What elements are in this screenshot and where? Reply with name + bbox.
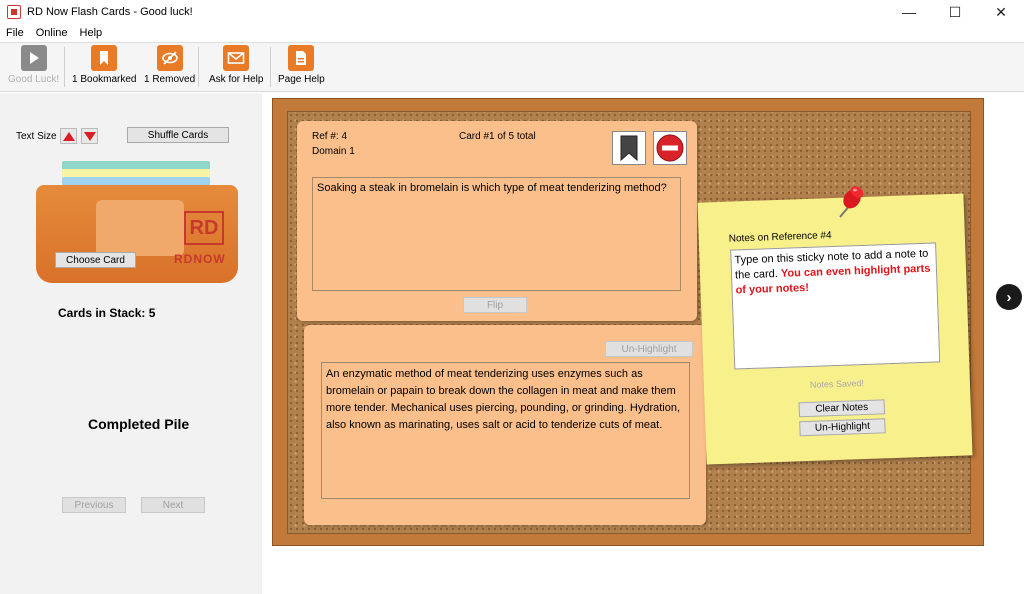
toolbar-separator bbox=[270, 47, 271, 87]
remove-card-button[interactable] bbox=[653, 131, 687, 165]
domain-label: Domain 1 bbox=[312, 146, 355, 157]
ask-for-help-button[interactable]: Ask for Help bbox=[209, 45, 263, 85]
choose-card-button[interactable]: Choose Card bbox=[55, 252, 136, 268]
sticky-unhighlight-button[interactable]: Un-Highlight bbox=[799, 418, 886, 437]
rdnow-logo-text: RDNOW bbox=[174, 252, 226, 266]
remove-icon bbox=[656, 134, 684, 162]
title-bar: RD Now Flash Cards - Good luck! — ☐ ✕ bbox=[0, 0, 1024, 24]
window-controls: — ☐ ✕ bbox=[886, 0, 1024, 24]
toolbar: Good Luck! 1 Bookmarked 1 Removed Ask fo… bbox=[0, 42, 1024, 92]
text-size-up-button[interactable] bbox=[60, 128, 77, 144]
cards-in-stack: Cards in Stack: 5 bbox=[58, 306, 155, 320]
sticky-note-editor[interactable]: Type on this sticky note to add a note t… bbox=[730, 242, 941, 370]
card-count: Card #1 of 5 total bbox=[459, 131, 536, 142]
push-pin-icon bbox=[839, 186, 864, 218]
rd-logo-icon: RD bbox=[184, 211, 224, 245]
toolbar-separator bbox=[64, 47, 65, 87]
answer-card: Un-Highlight An enzymatic method of meat… bbox=[304, 325, 706, 525]
next-button[interactable]: Next bbox=[141, 497, 205, 513]
maximize-button[interactable]: ☐ bbox=[932, 0, 978, 24]
left-panel: Text Size Shuffle Cards RD RDNOW Choose … bbox=[0, 93, 262, 594]
minimize-button[interactable]: — bbox=[886, 0, 932, 24]
cards-in-stack-value: 5 bbox=[148, 306, 156, 320]
completed-pile-label: Completed Pile bbox=[88, 416, 190, 432]
question-card: Ref #: 4 Domain 1 Card #1 of 5 total Soa… bbox=[297, 121, 697, 321]
menu-bar: File Online Help bbox=[0, 24, 1024, 42]
bookmark-card-button[interactable] bbox=[612, 131, 646, 165]
flip-button[interactable]: Flip bbox=[463, 297, 527, 313]
window-title: RD Now Flash Cards - Good luck! bbox=[27, 6, 193, 18]
answer-text-box[interactable]: An enzymatic method of meat tenderizing … bbox=[321, 362, 690, 499]
play-icon bbox=[20, 45, 47, 71]
page-help-button[interactable]: Page Help bbox=[278, 45, 325, 85]
toolbar-separator bbox=[198, 47, 199, 87]
sticky-title: Notes on Reference #4 bbox=[728, 230, 832, 245]
ref-number: Ref #: 4 bbox=[312, 131, 348, 142]
text-size-label: Text Size bbox=[16, 131, 57, 142]
menu-online[interactable]: Online bbox=[36, 27, 68, 39]
arrow-down-icon bbox=[83, 131, 96, 141]
chevron-right-icon: › bbox=[1006, 288, 1012, 306]
question-text-box[interactable]: Soaking a steak in bromelain is which ty… bbox=[312, 177, 681, 291]
document-icon bbox=[288, 45, 315, 71]
arrow-up-icon bbox=[62, 131, 75, 141]
notes-saved-label: Notes Saved! bbox=[809, 378, 865, 390]
removed-button[interactable]: 1 Removed bbox=[144, 45, 195, 85]
text-size-down-button[interactable] bbox=[81, 128, 98, 144]
hidden-eye-icon bbox=[156, 45, 183, 71]
cards-in-stack-label: Cards in Stack: bbox=[58, 306, 146, 320]
close-button[interactable]: ✕ bbox=[978, 0, 1024, 24]
bookmarked-button[interactable]: 1 Bookmarked bbox=[72, 45, 136, 85]
shuffle-cards-button[interactable]: Shuffle Cards bbox=[127, 127, 229, 143]
bookmark-icon bbox=[620, 135, 638, 162]
answer-unhighlight-button[interactable]: Un-Highlight bbox=[605, 341, 693, 357]
menu-file[interactable]: File bbox=[6, 27, 24, 39]
bookmark-icon bbox=[91, 45, 118, 71]
previous-button[interactable]: Previous bbox=[62, 497, 126, 513]
envelope-icon bbox=[223, 45, 250, 71]
app-logo-icon bbox=[7, 5, 21, 19]
next-card-arrow-button[interactable]: › bbox=[996, 284, 1022, 310]
menu-help[interactable]: Help bbox=[80, 27, 103, 39]
sticky-note: Notes on Reference #4 Type on this stick… bbox=[697, 193, 973, 465]
clear-notes-button[interactable]: Clear Notes bbox=[798, 399, 886, 418]
good-luck-button[interactable]: Good Luck! bbox=[8, 45, 59, 85]
